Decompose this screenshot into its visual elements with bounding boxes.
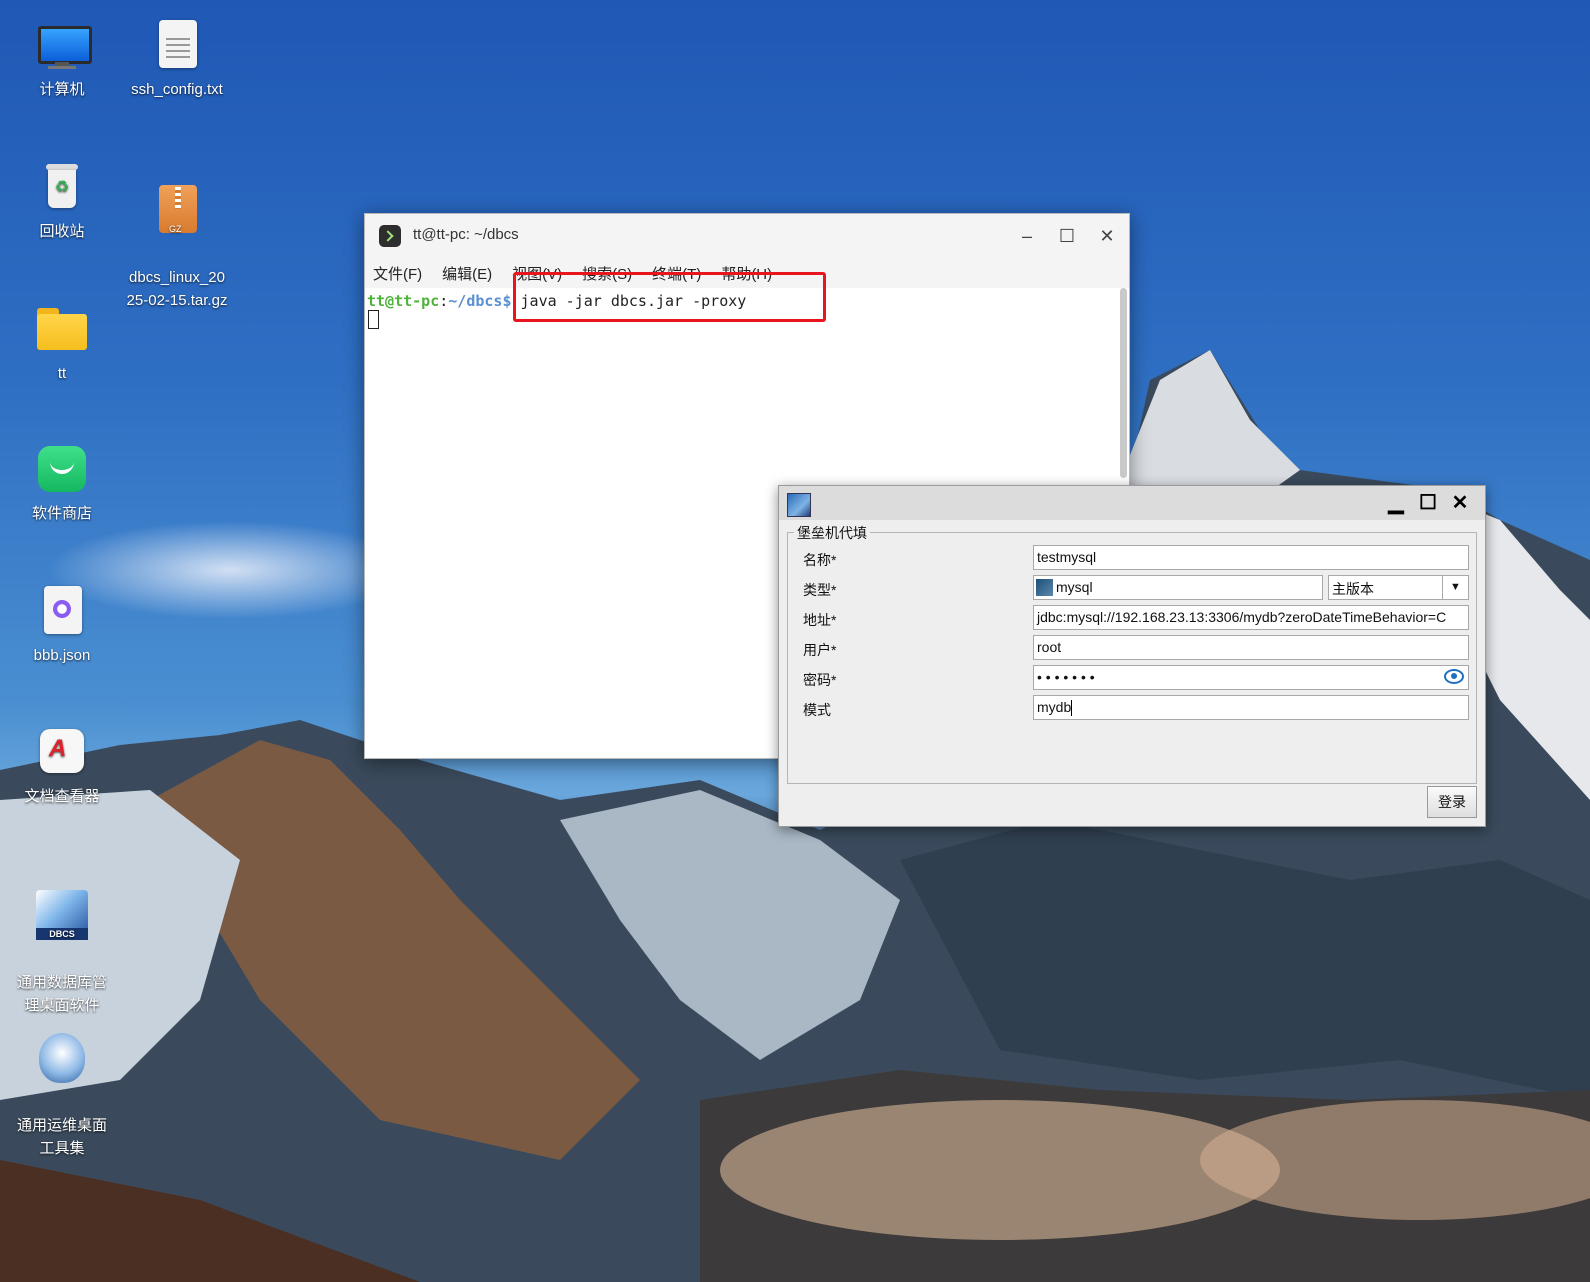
desktop-icon-ssh-config[interactable]: ssh_config.txt <box>122 20 232 101</box>
desktop-icon-recycle-bin[interactable]: ♻ 回收站 <box>7 162 117 243</box>
user-label: 用户* <box>803 642 837 658</box>
name-field[interactable]: testmysql <box>1033 545 1469 570</box>
close-icon[interactable]: ✕ <box>1447 490 1473 516</box>
schema-label: 模式 <box>803 702 831 718</box>
terminal-titlebar[interactable]: tt@tt-pc: ~/dbcs – ☐ ✕ <box>365 214 1129 258</box>
desktop-icon-label: 通用运维桌面 工具集 <box>16 1117 107 1157</box>
version-select[interactable]: 主版本 ▼ <box>1328 575 1469 600</box>
folder-icon <box>35 304 89 358</box>
type-field[interactable]: mysql <box>1033 575 1323 600</box>
menu-file[interactable]: 文件(F) <box>373 263 422 284</box>
archive-file-icon: GZ <box>150 185 204 239</box>
text-file-icon <box>150 20 204 74</box>
desktop-icon-ops-toolkit[interactable]: 通用运维桌面 工具集 <box>7 1010 117 1183</box>
close-icon[interactable]: ✕ <box>1093 222 1121 250</box>
minimize-icon[interactable]: – <box>1013 222 1041 250</box>
address-field[interactable]: jdbc:mysql://192.168.23.13:3306/mydb?zer… <box>1033 605 1469 630</box>
desktop-icon-label: 软件商店 <box>31 505 92 522</box>
address-label: 地址* <box>803 612 837 628</box>
name-label: 名称* <box>803 552 837 568</box>
password-value: • • • • • • • <box>1037 669 1095 685</box>
version-value: 主版本 <box>1332 581 1374 597</box>
desktop-icon-bbb-json[interactable]: bbb.json <box>7 586 117 667</box>
desktop-icon-label: dbcs_linux_20 25-02-15.tar.gz <box>126 269 228 309</box>
prompt-separator: : <box>439 292 449 310</box>
dialog-titlebar[interactable]: ▁ ☐ ✕ <box>779 486 1485 520</box>
monitor-icon <box>35 20 92 74</box>
recycle-bin-icon: ♻ <box>35 162 89 216</box>
login-button[interactable]: 登录 <box>1427 786 1477 818</box>
json-file-icon <box>35 586 89 640</box>
store-bag-icon <box>35 444 89 498</box>
menu-edit[interactable]: 编辑(E) <box>442 263 492 284</box>
dbcs-app-icon: DBCS <box>35 890 89 944</box>
user-field[interactable]: root <box>1033 635 1469 660</box>
group-title: 堡垒机代填 <box>794 523 870 543</box>
mysql-dolphin-icon <box>1036 579 1053 596</box>
desktop-icon-label: 计算机 <box>39 81 85 98</box>
terminal-cursor <box>368 310 379 329</box>
desktop-icon-software-store[interactable]: 软件商店 <box>7 444 117 525</box>
desktop-icon-document-viewer[interactable]: A 文档查看器 <box>7 727 117 808</box>
dbcs-app-icon <box>787 493 811 517</box>
text-caret <box>1071 700 1073 717</box>
eye-icon[interactable] <box>1444 669 1464 684</box>
schema-field[interactable]: mydb <box>1033 695 1469 720</box>
password-label: 密码* <box>803 672 837 688</box>
bastion-fill-group: 堡垒机代填 名称* testmysql 类型* mysql 主版本 ▼ 地址* … <box>787 523 1477 784</box>
terminal-app-icon <box>379 225 401 247</box>
terminal-title: tt@tt-pc: ~/dbcs <box>413 226 519 243</box>
ops-toolkit-icon <box>35 1033 89 1087</box>
terminal-scrollbar[interactable] <box>1120 288 1127 478</box>
minimize-icon[interactable]: ▁ <box>1383 490 1409 516</box>
desktop-icon-label: tt <box>57 365 67 382</box>
desktop-icon-tt-folder[interactable]: tt <box>7 304 117 385</box>
prompt-path: ~/dbcs$ <box>448 292 512 310</box>
prompt-user: tt@tt-pc <box>367 292 440 310</box>
maximize-icon[interactable]: ☐ <box>1053 222 1081 250</box>
desktop-icon-dbcs-archive[interactable]: GZ dbcs_linux_20 25-02-15.tar.gz <box>122 162 232 335</box>
type-label: 类型* <box>803 582 837 598</box>
command-highlight-box <box>513 272 826 322</box>
schema-value: mydb <box>1037 699 1072 715</box>
password-field[interactable]: • • • • • • • <box>1033 665 1469 690</box>
bastion-proxy-dialog[interactable]: ▁ ☐ ✕ 堡垒机代填 名称* testmysql 类型* mysql 主版本 … <box>778 485 1486 827</box>
desktop-icon-computer[interactable]: 计算机 <box>7 20 117 101</box>
maximize-icon[interactable]: ☐ <box>1415 490 1441 516</box>
chevron-down-icon[interactable]: ▼ <box>1442 576 1468 599</box>
desktop-icon-label: ssh_config.txt <box>131 81 223 98</box>
document-viewer-icon: A <box>35 727 89 781</box>
desktop-icon-label: 文档查看器 <box>24 788 100 805</box>
type-value: mysql <box>1056 579 1093 595</box>
desktop-icon-label: bbb.json <box>33 647 91 664</box>
desktop-icon-label: 回收站 <box>39 223 85 240</box>
